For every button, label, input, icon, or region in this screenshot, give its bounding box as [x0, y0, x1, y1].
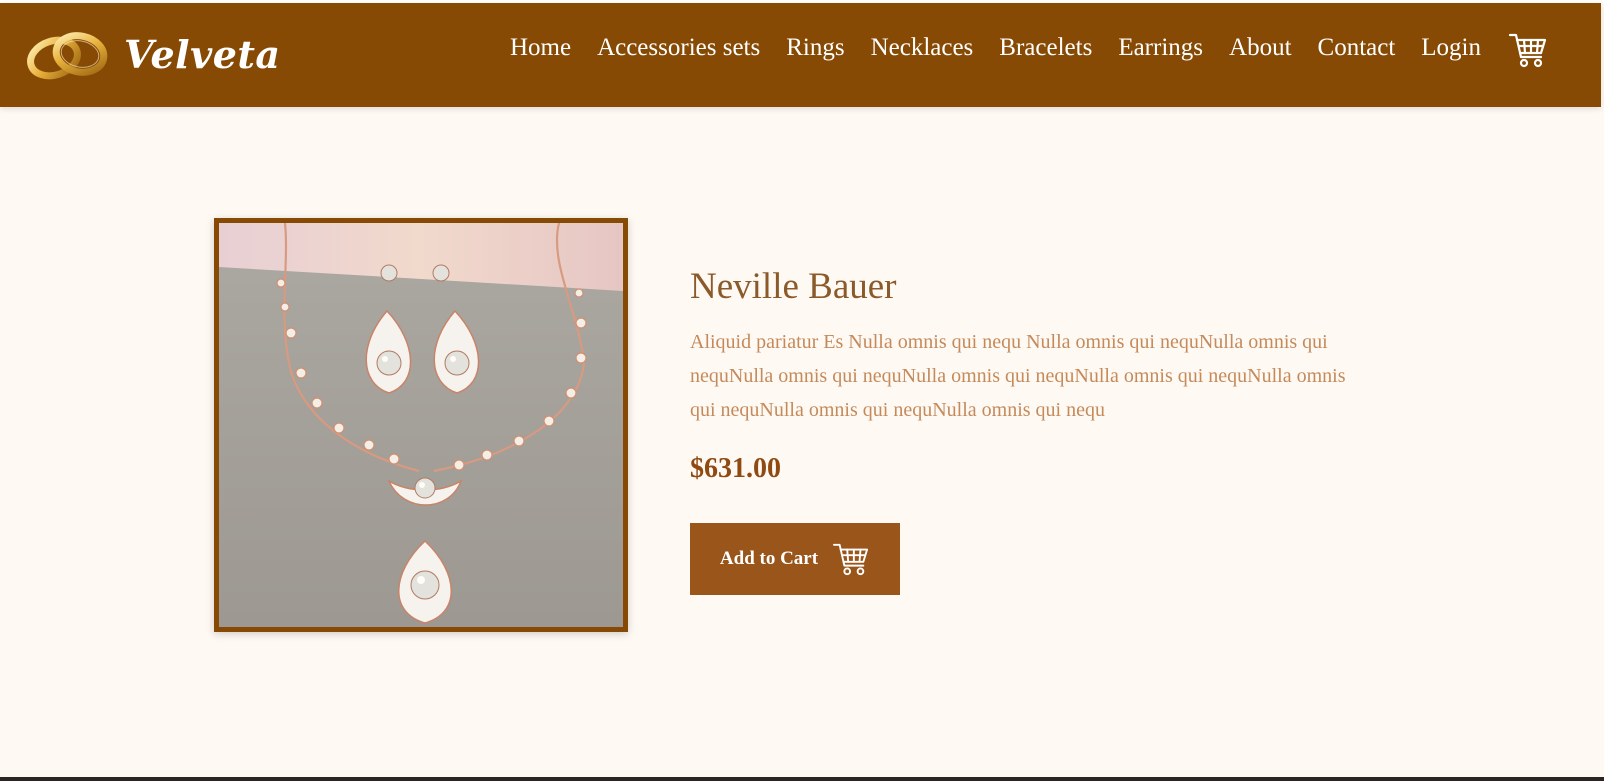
site-header: Velveta Home Accessories sets Rings Neck… — [0, 3, 1601, 107]
nav-contact[interactable]: Contact — [1318, 30, 1396, 66]
bottom-edge — [0, 777, 1604, 781]
nav-about[interactable]: About — [1229, 30, 1292, 66]
brand-name: Velveta — [124, 32, 281, 77]
product-title: Neville Bauer — [690, 266, 897, 307]
nav-login[interactable]: Login — [1421, 30, 1481, 66]
add-to-cart-button[interactable]: Add to Cart — [690, 523, 900, 595]
necklace-earrings-photo — [219, 223, 623, 627]
shopping-cart-icon[interactable] — [1508, 31, 1548, 69]
nav-necklaces[interactable]: Necklaces — [871, 30, 974, 66]
brand[interactable]: Velveta — [26, 27, 281, 83]
main-nav: Home Accessories sets Rings Necklaces Br… — [484, 30, 1481, 66]
shopping-cart-icon — [833, 543, 869, 576]
product-image — [214, 218, 628, 632]
nav-bracelets[interactable]: Bracelets — [999, 30, 1092, 66]
nav-accessories-sets[interactable]: Accessories sets — [597, 30, 760, 66]
product-price: $631.00 — [690, 453, 781, 484]
wedding-rings-icon — [27, 32, 108, 80]
nav-rings[interactable]: Rings — [786, 30, 844, 66]
nav-home[interactable]: Home — [510, 30, 571, 66]
add-to-cart-label: Add to Cart — [719, 548, 819, 569]
product-description: Aliquid pariatur Es Nulla omnis qui nequ… — [690, 331, 1346, 421]
nav-earrings[interactable]: Earrings — [1118, 30, 1203, 66]
